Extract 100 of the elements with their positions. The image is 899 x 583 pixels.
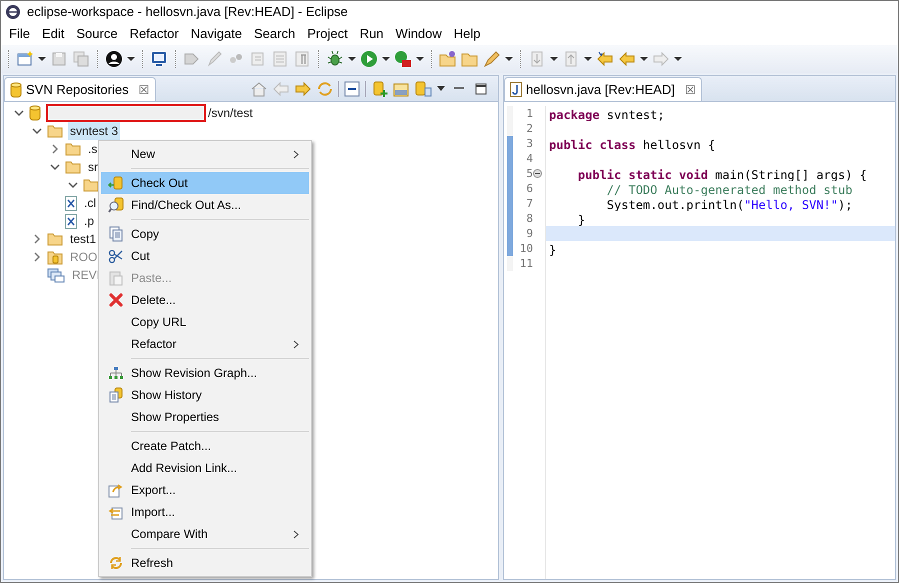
menu-item[interactable]: Copy — [101, 223, 309, 245]
line-number: 10 — [518, 241, 533, 256]
menu-item[interactable]: Show History — [101, 384, 309, 406]
line-number: 11 — [518, 256, 533, 271]
close-icon[interactable]: ☒ — [684, 80, 696, 98]
tree-item[interactable]: .s — [86, 140, 100, 158]
collapse-all-icon[interactable] — [343, 80, 361, 98]
folder-icon — [65, 142, 81, 156]
collapse-icon[interactable] — [533, 169, 542, 178]
last-edit-icon[interactable] — [596, 50, 614, 68]
menu-item[interactable]: Show Properties — [101, 406, 309, 428]
menu-item[interactable]: Create Patch... — [101, 435, 309, 457]
folder-icon — [47, 124, 63, 138]
line-number: 6 — [525, 181, 533, 196]
dropdown-arrow-icon[interactable] — [127, 56, 135, 62]
dropdown-arrow-icon[interactable] — [674, 56, 682, 62]
tree-item[interactable]: sr — [86, 158, 100, 176]
menu-item[interactable]: New — [101, 143, 309, 165]
line-number: 3 — [525, 136, 533, 151]
xml-file-icon — [65, 196, 77, 210]
dropdown-arrow-icon[interactable] — [640, 56, 648, 62]
menu-item[interactable]: Compare With — [101, 523, 309, 545]
menu-item[interactable]: Copy URL — [101, 311, 309, 333]
monitor-icon[interactable] — [150, 50, 168, 68]
code-line: public static void main(String[] args) { — [576, 168, 867, 182]
code-line: } — [576, 213, 586, 227]
menu-bar-item[interactable]: File — [3, 24, 36, 44]
menu-bar-item[interactable]: Edit — [36, 24, 70, 44]
folder-database-icon — [47, 250, 63, 264]
menu-bar-item[interactable]: Run — [354, 24, 390, 44]
folder-icon — [65, 160, 81, 174]
database-arrow-icon — [108, 175, 124, 191]
stacked-windows-icon — [47, 268, 65, 282]
menu-item[interactable]: Check Out — [101, 172, 309, 194]
folder-icon — [83, 178, 99, 192]
dropdown-arrow-icon[interactable] — [505, 56, 513, 62]
person-icon[interactable] — [105, 50, 123, 68]
dropdown-arrow-icon[interactable] — [584, 56, 592, 62]
forward-arrow-icon[interactable] — [294, 80, 312, 98]
line-number: 5 — [525, 166, 533, 181]
line-number: 1 — [525, 106, 533, 121]
menu-bar-item[interactable]: Search — [248, 24, 302, 44]
export-icon — [108, 482, 124, 498]
view-menu-icon[interactable] — [436, 85, 446, 93]
menu-item[interactable]: Refresh — [101, 552, 309, 574]
dropdown-arrow-icon[interactable] — [348, 56, 356, 62]
editor-tab[interactable]: hellosvn.java [Rev:HEAD] ☒ — [504, 77, 702, 101]
dropdown-arrow-icon[interactable] — [416, 56, 424, 62]
new-file-icon[interactable] — [16, 50, 34, 68]
dropdown-arrow-icon[interactable] — [382, 56, 390, 62]
line-number: 7 — [525, 196, 533, 211]
line-number: 8 — [525, 211, 533, 226]
menu-item[interactable]: Find/Check Out As... — [101, 194, 309, 216]
dropdown-arrow-icon[interactable] — [38, 56, 46, 62]
tree-item[interactable]: .p — [82, 212, 96, 230]
refresh-icon — [108, 555, 124, 571]
menu-item[interactable]: Export... — [101, 479, 309, 501]
line-number: 2 — [525, 121, 533, 136]
tree-item[interactable]: test1 — [68, 230, 98, 248]
hierarchy-icon — [108, 365, 124, 381]
java-file-icon — [510, 82, 522, 97]
bug-icon[interactable] — [326, 50, 344, 68]
tree-item[interactable]: svntest 3 — [68, 122, 120, 140]
menu-bar-item[interactable]: Navigate — [184, 24, 248, 44]
window-title: eclipse-workspace - hellosvn.java [Rev:HEAD] - Eclipse — [27, 3, 348, 22]
xml-file-icon — [65, 214, 77, 228]
tree-item[interactable]: .cl — [82, 194, 98, 212]
code-line: package svntest; — [549, 108, 665, 122]
menu-item[interactable]: Delete... — [101, 289, 309, 311]
menu-item[interactable]: Import... — [101, 501, 309, 523]
databases-icon — [10, 82, 22, 98]
tree-item[interactable]: /svn/test — [206, 104, 255, 122]
close-icon[interactable]: ☒ — [138, 80, 150, 98]
open-folder-icon[interactable] — [439, 50, 457, 68]
scissors-icon — [108, 248, 124, 264]
menu-bar-item[interactable]: Window — [390, 24, 448, 44]
menu-item[interactable]: Show Revision Graph... — [101, 362, 309, 384]
clipboard-icon — [108, 270, 124, 286]
database-icon — [29, 105, 41, 121]
code-line: public class hellosvn { — [549, 138, 716, 152]
copy-icon — [108, 226, 124, 242]
history-icon — [108, 387, 124, 403]
menu-item[interactable]: Cut — [101, 245, 309, 267]
code-line: System.out.println("Hello, SVN!"); — [606, 198, 852, 212]
menu-bar-item[interactable]: Refactor — [124, 24, 185, 44]
magnifier-database-icon — [108, 197, 124, 213]
dropdown-arrow-icon[interactable] — [550, 56, 558, 62]
menu-item[interactable]: Add Revision Link... — [101, 457, 309, 479]
menu-bar-item[interactable]: Source — [70, 24, 124, 44]
menu-bar-item[interactable]: Help — [448, 24, 487, 44]
code-line: // TODO Auto-generated method stub — [606, 183, 852, 197]
line-number: 9 — [525, 226, 533, 241]
home-icon[interactable] — [250, 80, 268, 98]
view-tab[interactable]: SVN Repositories ☒ — [4, 77, 156, 101]
delete-icon — [108, 292, 124, 308]
menu-item[interactable]: Refactor — [101, 333, 309, 355]
line-number: 4 — [525, 151, 533, 166]
folder-icon — [47, 232, 63, 246]
menu-bar-item[interactable]: Project — [301, 24, 354, 44]
chevron-right-icon[interactable] — [50, 144, 60, 154]
